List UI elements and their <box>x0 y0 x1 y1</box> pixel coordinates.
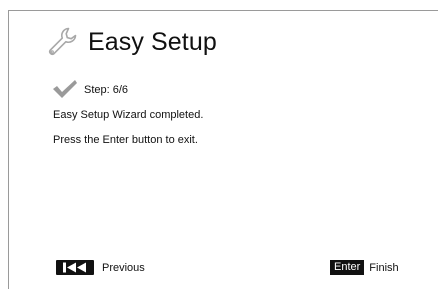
finish-label: Finish <box>369 261 399 274</box>
enter-key[interactable]: Enter <box>330 260 365 275</box>
header: Easy Setup <box>44 22 217 62</box>
wrench-icon <box>48 27 77 56</box>
page-title: Easy Setup <box>88 27 217 56</box>
previous-button[interactable]: Previous <box>56 260 145 275</box>
finish-button[interactable]: Enter Finish <box>330 260 399 275</box>
step-label: Step: 6/6 <box>84 84 129 96</box>
skip-previous-icon <box>63 262 86 273</box>
skip-previous-key[interactable] <box>56 260 94 275</box>
setup-panel: Easy Setup Step: 6/6 Easy Setup Wizard c… <box>0 0 438 289</box>
panel-border-left <box>8 10 9 289</box>
previous-label: Previous <box>102 261 145 274</box>
panel-border-top <box>8 10 438 11</box>
checkmark-icon <box>53 80 77 98</box>
exit-instruction: Press the Enter button to exit. <box>53 134 198 146</box>
step-indicator: Step: 6/6 <box>52 78 128 100</box>
completion-message: Easy Setup Wizard completed. <box>53 109 204 121</box>
